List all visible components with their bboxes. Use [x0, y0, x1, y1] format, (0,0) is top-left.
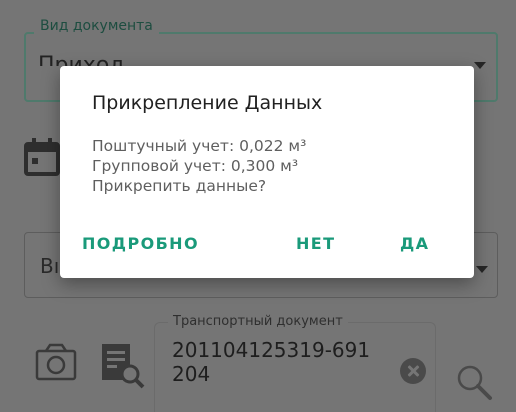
details-button[interactable]: ПОДРОБНО	[82, 234, 199, 253]
document-type-label: Вид документа	[34, 18, 159, 34]
piece-count-line: Поштучный учет: 0,022 м³	[92, 137, 307, 155]
dialog-message: Поштучный учет: 0,022 м³ Групповой учет:…	[92, 136, 306, 196]
select-field-value: Вı	[40, 254, 60, 278]
camera-icon[interactable]	[34, 342, 78, 382]
document-type-value: Приход	[38, 53, 125, 66]
document-search-icon[interactable]	[100, 342, 146, 390]
group-count-line: Групповой учет: 0,300 м³	[92, 157, 299, 175]
search-icon[interactable]	[454, 362, 494, 402]
dialog-title: Прикрепление Данных	[92, 92, 323, 114]
chevron-down-icon[interactable]	[476, 266, 488, 273]
attach-data-dialog: Прикрепление Данных Поштучный учет: 0,02…	[60, 66, 474, 278]
yes-button[interactable]: ДА	[400, 234, 429, 253]
calendar-icon[interactable]	[24, 138, 60, 176]
transport-document-label: Транспортный документ	[168, 314, 348, 329]
clear-icon[interactable]	[400, 358, 426, 384]
no-button[interactable]: НЕТ	[296, 234, 335, 253]
transport-document-value[interactable]: 201104125319-691 204	[172, 338, 372, 386]
attach-question-line: Прикрепить данные?	[92, 177, 267, 195]
chevron-down-icon[interactable]	[474, 62, 486, 69]
